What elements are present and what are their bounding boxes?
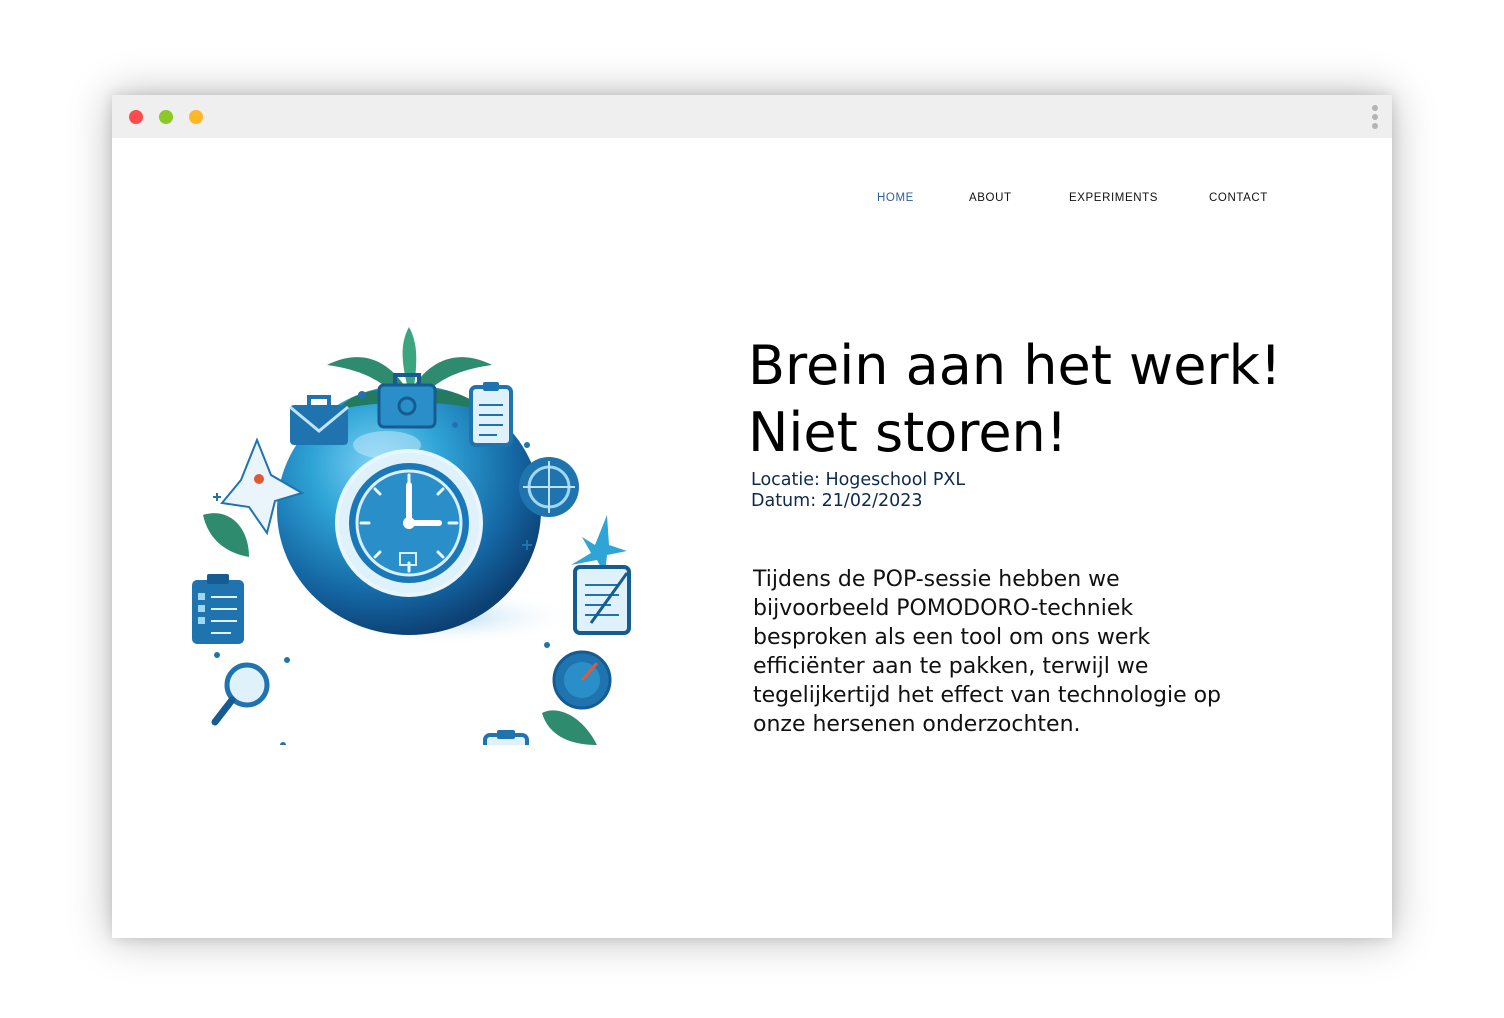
description-line: onze hersenen onderzochten. — [753, 712, 1081, 737]
page-title: Brein aan het werk! Niet storen! — [748, 332, 1348, 466]
event-meta: Locatie: Hogeschool PXL Datum: 21/02/202… — [751, 470, 965, 512]
description-line: tegelijkertijd het effect van technologi… — [753, 683, 1222, 708]
nav-item-contact[interactable]: CONTACT — [1209, 192, 1268, 204]
clipboard-icon — [469, 382, 513, 447]
nav-item-about[interactable]: ABOUT — [969, 192, 1012, 204]
description-line: Tijdens de POP-sessie hebben we — [753, 567, 1120, 592]
checklist-icon — [192, 574, 244, 644]
more-options-icon[interactable] — [1372, 105, 1378, 129]
page-title-line-2: Niet storen! — [748, 401, 1068, 464]
page-title-line-1: Brein aan het werk! — [748, 334, 1282, 397]
nav-item-home[interactable]: HOME — [877, 192, 914, 204]
clock-icon — [335, 449, 483, 597]
description-line: efficiënter aan te pakken, terwijl we — [753, 654, 1149, 679]
maximize-window-button[interactable] — [189, 110, 203, 124]
description-line: besproken als een tool om ons werk — [753, 625, 1151, 650]
main-navigation: HOME ABOUT EXPERIMENTS CONTACT — [112, 192, 1392, 212]
minimize-window-button[interactable] — [159, 110, 173, 124]
compass-icon — [519, 457, 579, 517]
pomodoro-illustration — [187, 275, 647, 829]
notebook-icon — [573, 565, 631, 635]
report-clipboard-icon — [483, 730, 529, 793]
event-location: Locatie: Hogeschool PXL — [751, 470, 966, 490]
gauge-icon — [552, 650, 612, 710]
description-line: bijvoorbeeld POMODORO-techniek — [753, 596, 1134, 621]
event-date: Datum: 21/02/2023 — [751, 491, 923, 511]
event-description: Tijdens de POP-sessie hebben we bijvoorb… — [753, 565, 1293, 739]
nav-item-experiments[interactable]: EXPERIMENTS — [1069, 192, 1158, 204]
browser-window: HOME ABOUT EXPERIMENTS CONTACT Brein aan… — [112, 95, 1392, 938]
window-titlebar — [112, 95, 1392, 138]
leaf-left-icon — [203, 513, 249, 557]
close-window-button[interactable] — [129, 110, 143, 124]
leaf-icon — [542, 710, 597, 745]
magnifier-icon — [211, 662, 270, 726]
